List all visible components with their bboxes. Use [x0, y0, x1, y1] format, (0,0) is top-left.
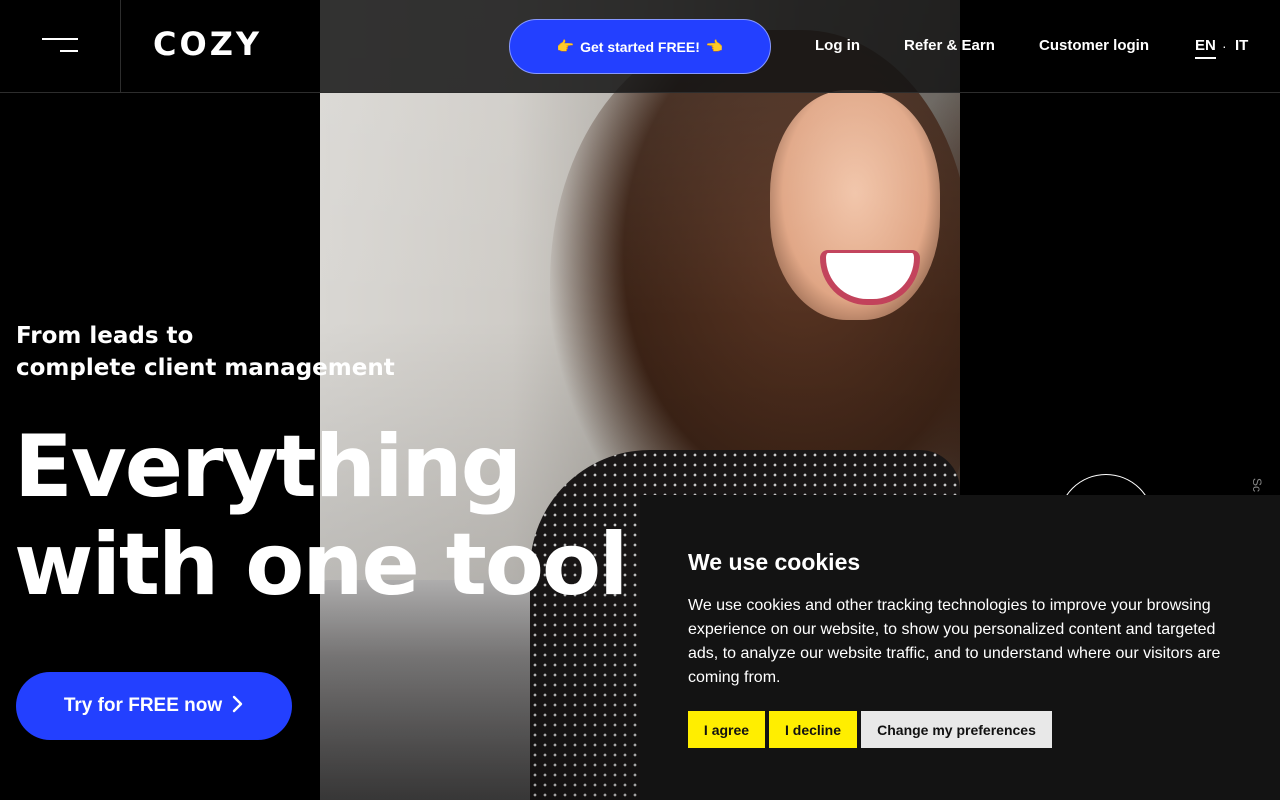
- hero-subtitle-line1: From leads to: [16, 323, 194, 349]
- header-divider: [120, 0, 121, 92]
- cookie-banner: We use cookies We use cookies and other …: [640, 495, 1280, 800]
- hero-subtitle: From leads to complete client management: [16, 320, 436, 384]
- nav-login-link[interactable]: Log in: [815, 37, 860, 55]
- menu-icon-line: [60, 50, 78, 52]
- hero-title-line2: with one tool: [14, 515, 629, 615]
- chevron-right-icon: [232, 695, 244, 717]
- cookie-text: We use cookies and other tracking techno…: [688, 597, 1221, 686]
- cookie-decline-button[interactable]: I decline: [769, 711, 857, 748]
- get-started-button[interactable]: 👉 Get started FREE! 👈: [509, 19, 771, 74]
- try-free-label: Try for FREE now: [63, 695, 223, 716]
- nav-refer-link[interactable]: Refer & Earn: [904, 37, 995, 55]
- cookie-agree-button[interactable]: I agree: [688, 711, 765, 748]
- try-free-button[interactable]: Try for FREE now: [16, 672, 292, 740]
- nav-customer-login-link[interactable]: Customer login: [1039, 37, 1149, 55]
- logo[interactable]: COZY: [153, 24, 262, 64]
- cookie-preferences-button[interactable]: Change my preferences: [861, 711, 1052, 748]
- menu-icon-line: [42, 38, 78, 40]
- hero-subtitle-line2: complete client management: [16, 355, 395, 381]
- language-separator: ·: [1222, 38, 1227, 54]
- pointing-left-icon: 👈: [705, 38, 724, 54]
- site-header: COZY 👉 Get started FREE! 👈 Log in Refer …: [0, 0, 1280, 93]
- scroll-label: Sc: [1250, 478, 1264, 493]
- menu-toggle-button[interactable]: [28, 28, 92, 64]
- language-it-link[interactable]: IT: [1235, 37, 1248, 55]
- get-started-label: Get started FREE!: [580, 38, 700, 55]
- pointing-right-icon: 👉: [556, 38, 575, 54]
- language-en-link[interactable]: EN: [1195, 37, 1216, 59]
- hero-title-line1: Everything: [14, 417, 522, 517]
- cookie-title: We use cookies: [688, 549, 861, 575]
- hero-title: Everything with one tool: [14, 418, 634, 614]
